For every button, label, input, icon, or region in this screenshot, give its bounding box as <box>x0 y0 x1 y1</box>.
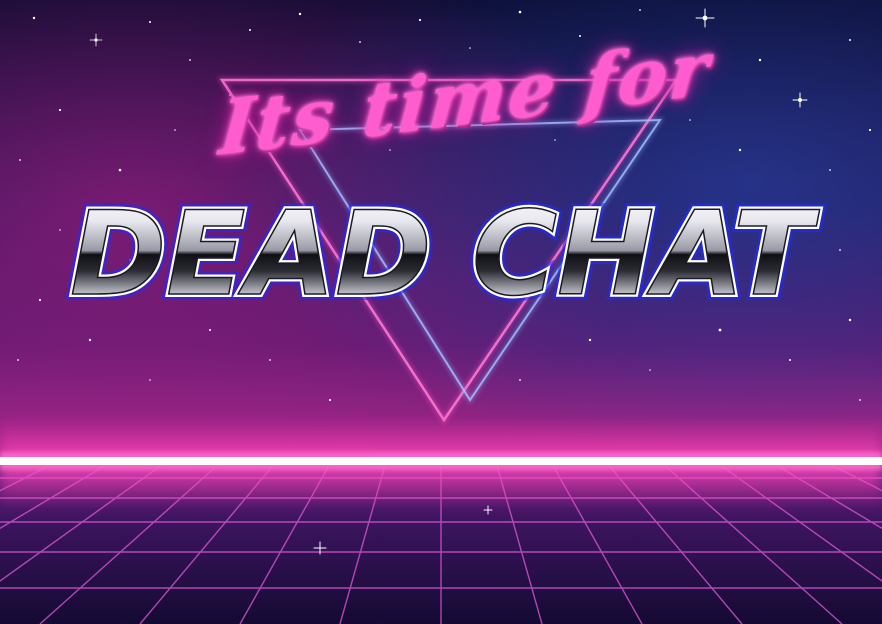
retro-synthwave-poster: Its time for DEAD CHAT DEAD CHAT DEAD CH… <box>0 0 882 624</box>
title-chrome-text: DEAD CHAT DEAD CHAT DEAD CHAT <box>64 186 826 316</box>
title-fill: DEAD CHAT <box>70 187 820 316</box>
